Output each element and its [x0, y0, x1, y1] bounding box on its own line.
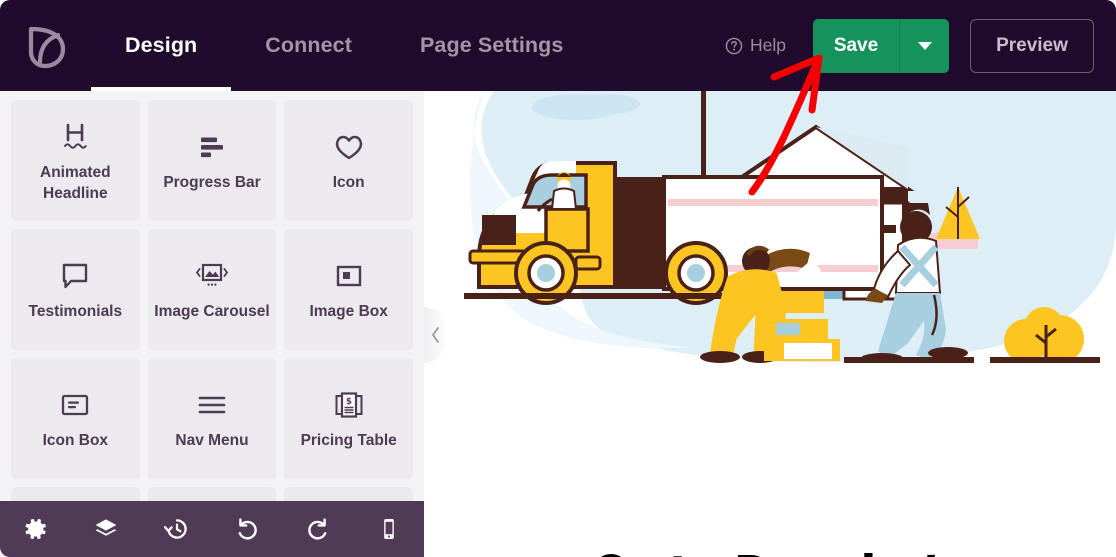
widget-grid: Animated Headline Progress Bar Icon Test… [0, 91, 424, 557]
pricing-table-icon: $ [333, 385, 365, 425]
animated-headline-icon [59, 117, 91, 157]
tab-page-settings-label: Page Settings [419, 33, 564, 57]
page-builder-app: Design Connect Page Settings Help Save P… [0, 0, 1116, 557]
history-clock-icon [163, 519, 187, 539]
widget-label: Nav Menu [175, 432, 249, 450]
widget-pricing-table[interactable]: $ Pricing Table [284, 358, 413, 479]
widget-animated-headline[interactable]: Animated Headline [11, 100, 140, 221]
tab-page-settings[interactable]: Page Settings [386, 0, 597, 91]
widget-image-box[interactable]: Image Box [284, 229, 413, 350]
redo-arrow-icon [308, 518, 327, 540]
help-button[interactable]: Help [725, 35, 786, 56]
chevron-left-icon [431, 327, 439, 343]
svg-text:$: $ [346, 397, 352, 407]
widget-icon-box[interactable]: Icon Box [11, 358, 140, 479]
widget-label: Testimonials [28, 303, 123, 321]
widget-nav-menu[interactable]: Nav Menu [147, 358, 277, 479]
undo-button[interactable] [212, 501, 283, 557]
save-button[interactable]: Save [813, 19, 899, 73]
widget-label: Icon [332, 174, 365, 192]
hamburger-menu-icon [196, 385, 228, 425]
widget-progress-bar[interactable]: Progress Bar [147, 100, 277, 221]
tab-design[interactable]: Design [91, 0, 232, 91]
mobile-phone-icon [383, 519, 394, 539]
heart-icon [333, 127, 365, 167]
page-title: Get Ready! [424, 543, 1116, 557]
icon-box-icon [59, 385, 91, 425]
tab-connect[interactable]: Connect [231, 0, 386, 91]
tab-design-label: Design [125, 33, 198, 57]
editor-bottom-toolbar [0, 501, 424, 557]
speech-bubble-icon [60, 256, 90, 296]
widget-label: Icon Box [42, 432, 109, 450]
redo-button[interactable] [283, 501, 354, 557]
gear-icon [25, 519, 47, 539]
progress-bar-icon [197, 127, 227, 167]
widget-label: Pricing Table [300, 432, 397, 450]
preview-button[interactable]: Preview [970, 18, 1094, 73]
logo[interactable] [0, 0, 91, 91]
settings-button[interactable] [0, 501, 71, 557]
widget-label: Image Box [309, 303, 388, 321]
leaf-logo-icon [28, 26, 65, 68]
widgets-sidebar: Animated Headline Progress Bar Icon Test… [0, 91, 424, 557]
undo-arrow-icon [238, 518, 258, 540]
revisions-button[interactable] [141, 501, 212, 557]
help-label: Help [750, 35, 786, 55]
save-dropdown-button[interactable] [900, 19, 949, 73]
widget-testimonials[interactable]: Testimonials [11, 229, 140, 350]
widget-label: Image Carousel [154, 303, 270, 321]
widget-label: Progress Bar [163, 174, 261, 192]
warehouse-delivery-illustration [464, 91, 1116, 363]
chevron-down-icon [917, 41, 932, 50]
save-label: Save [833, 34, 879, 56]
responsive-mode-button[interactable] [353, 501, 424, 557]
widget-icon[interactable]: Icon [284, 100, 413, 221]
widget-label: Animated Headline [40, 164, 111, 202]
image-box-icon [334, 256, 364, 296]
page-canvas[interactable]: Get Ready! [424, 91, 1116, 557]
question-circle-icon [725, 37, 743, 54]
preview-label: Preview [996, 34, 1068, 56]
main-nav-tabs: Design Connect Page Settings [91, 0, 597, 91]
widget-image-carousel[interactable]: Image Carousel [147, 229, 277, 350]
tab-connect-label: Connect [265, 33, 352, 57]
header-actions: Help Save Preview [725, 18, 1116, 73]
layers-button[interactable] [71, 501, 142, 557]
layers-icon [95, 519, 117, 536]
app-header: Design Connect Page Settings Help Save P… [0, 0, 1116, 91]
image-carousel-icon [194, 256, 230, 296]
save-button-group: Save [813, 18, 949, 73]
